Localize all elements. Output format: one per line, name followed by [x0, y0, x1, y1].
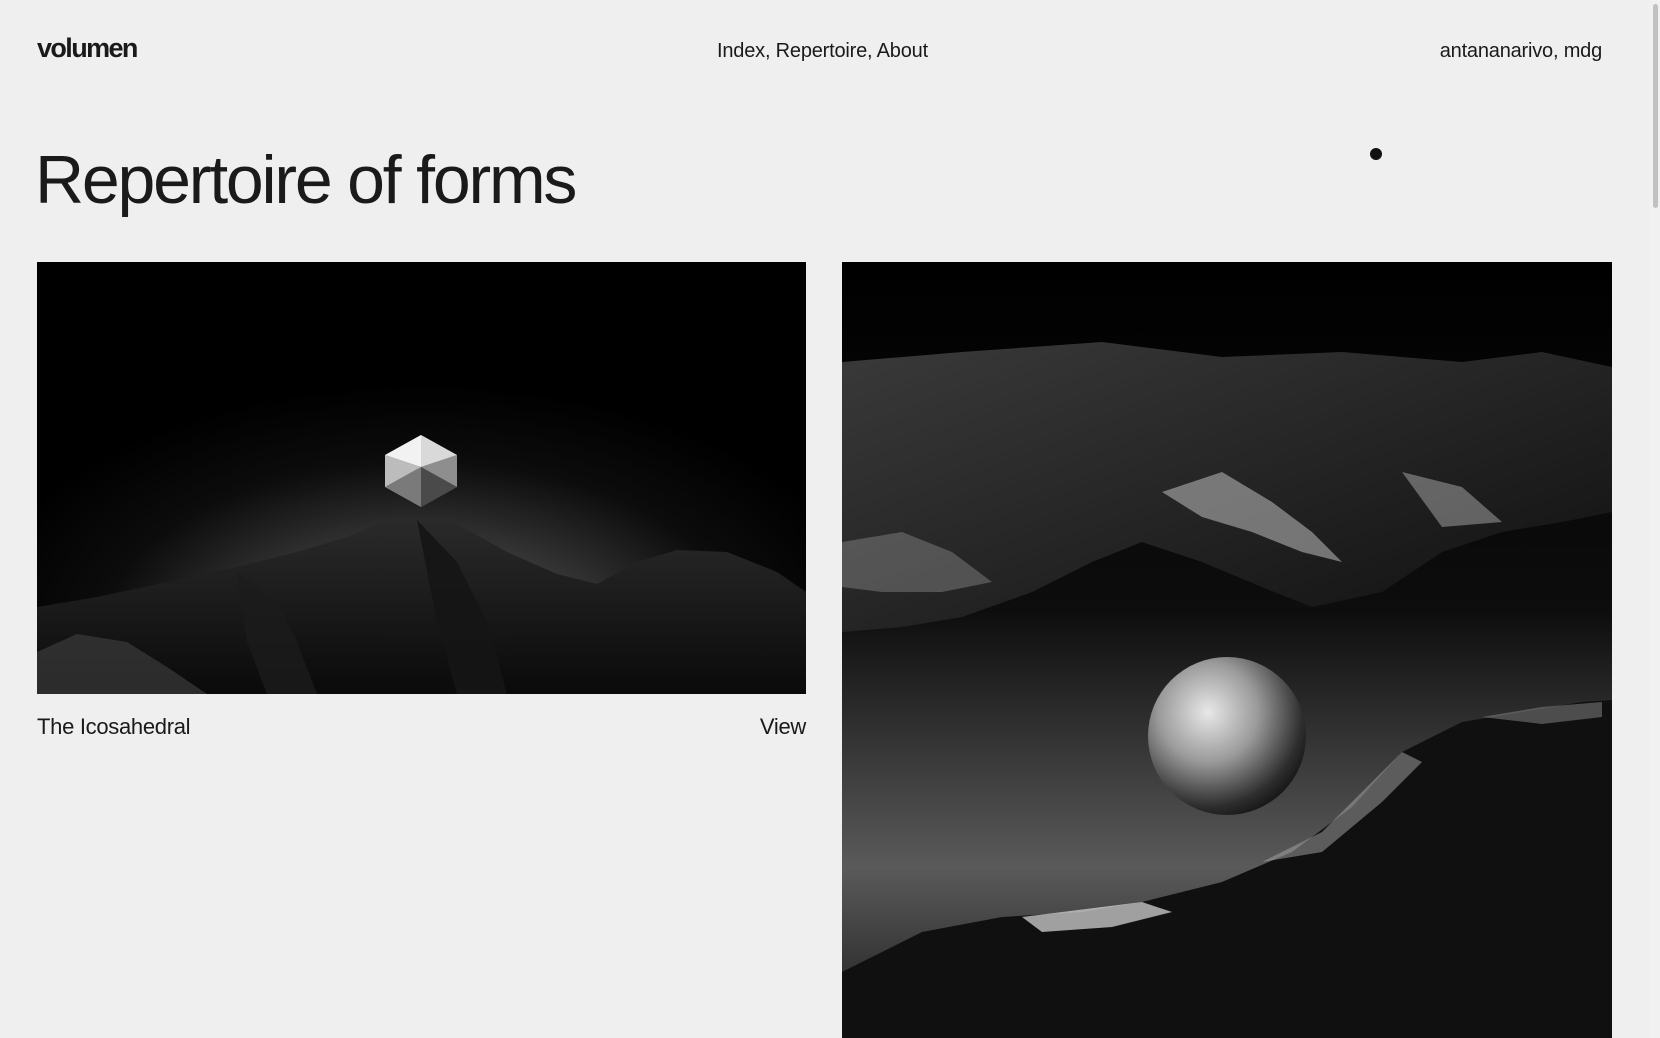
nav-separator: ,: [867, 40, 877, 62]
cursor-dot: [1370, 148, 1382, 160]
main-nav: Index, Repertoire, About: [717, 40, 928, 63]
scrollbar-thumb[interactable]: [1653, 4, 1658, 208]
nav-repertoire[interactable]: Repertoire: [776, 40, 868, 62]
scrollbar[interactable]: [1650, 0, 1660, 1038]
project-image-sphere[interactable]: [842, 262, 1612, 1038]
nav-index[interactable]: Index: [717, 40, 765, 62]
view-link[interactable]: View: [760, 714, 806, 740]
nav-about[interactable]: About: [877, 40, 928, 62]
project-title[interactable]: The Icosahedral: [37, 714, 191, 740]
nav-separator: ,: [764, 40, 776, 62]
sphere: [1148, 657, 1306, 815]
location-label: antananarivo, mdg: [1439, 40, 1602, 62]
page-title: Repertoire of forms: [35, 142, 577, 218]
icosahedron-scene: [37, 262, 806, 694]
project-card[interactable]: The Icosahedral View: [37, 262, 806, 740]
project-image-icosahedron[interactable]: [37, 262, 806, 694]
logo[interactable]: volumen: [37, 33, 138, 64]
sphere-scene: [842, 262, 1612, 1038]
project-caption: The Icosahedral View: [37, 714, 806, 740]
site-header: volumen Index, Repertoire, About antanan…: [0, 0, 1650, 110]
